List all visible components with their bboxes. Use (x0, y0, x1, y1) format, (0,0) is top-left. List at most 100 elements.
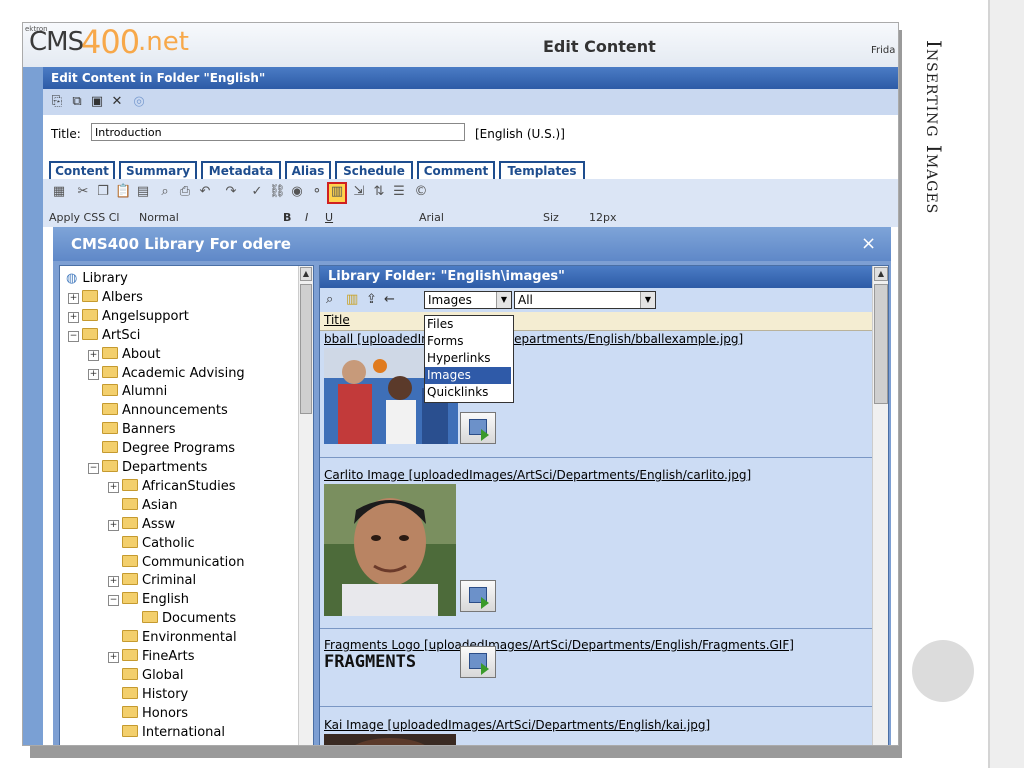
collapse-icon[interactable]: − (88, 463, 99, 474)
option-forms[interactable]: Forms (425, 333, 511, 350)
bold-icon[interactable]: B (283, 211, 291, 224)
library-icon[interactable]: ◉ (289, 184, 305, 200)
option-quicklinks[interactable]: Quicklinks (425, 384, 511, 401)
insert-image-icon[interactable]: ▥ (327, 182, 347, 204)
collapse-icon[interactable]: − (108, 595, 119, 607)
font-select[interactable]: Arial (419, 211, 444, 224)
option-files[interactable]: Files (425, 316, 511, 333)
unlink-icon[interactable]: ⚬ (309, 184, 325, 200)
tree-item[interactable]: Environmental (108, 629, 237, 647)
expand-icon[interactable]: + (88, 349, 99, 361)
tree-item[interactable]: + AfricanStudies (108, 478, 236, 496)
tree-item[interactable]: Honors (108, 705, 188, 723)
scroll-up-icon[interactable]: ▲ (300, 267, 312, 281)
publish-icon[interactable]: ⧉ (69, 94, 85, 110)
tree-scroll-thumb[interactable] (300, 284, 312, 414)
tree-item[interactable]: Communication (108, 554, 244, 572)
select-all-icon[interactable]: ▦ (51, 184, 67, 200)
tree-item[interactable]: International (108, 724, 225, 742)
expand-icon[interactable]: + (68, 311, 79, 323)
carlito-thumbnail[interactable] (324, 484, 456, 616)
content-scrollbar[interactable]: ▲ (872, 266, 888, 745)
close-icon[interactable]: ✕ (109, 94, 125, 110)
kai-thumbnail[interactable] (324, 734, 456, 745)
expand-icon[interactable]: + (108, 576, 119, 588)
tree-item[interactable]: History (108, 686, 188, 704)
tree-item[interactable]: − Departments (88, 459, 207, 477)
tab-comment[interactable]: Comment (417, 161, 495, 179)
tree-item[interactable]: + Criminal (108, 572, 196, 590)
tree-item[interactable]: + Assw (108, 516, 175, 534)
tree-item[interactable]: Announcements (88, 402, 228, 420)
close-icon[interactable]: × (861, 233, 876, 254)
help-icon[interactable]: ◎ (131, 94, 147, 110)
scroll-up-icon[interactable]: ▲ (874, 267, 888, 281)
back-arrow-icon[interactable]: ← (384, 292, 395, 308)
content-scroll-thumb[interactable] (874, 284, 888, 404)
option-images[interactable]: Images (425, 367, 511, 384)
print-icon[interactable]: ⎙ (177, 184, 193, 200)
tab-metadata[interactable]: Metadata (201, 161, 281, 179)
tree-item[interactable]: Asian (108, 497, 177, 515)
insert-image-button[interactable] (460, 580, 496, 612)
size-label[interactable]: Siz (543, 211, 559, 224)
expand-icon[interactable]: + (88, 368, 99, 380)
tree-item[interactable]: Documents (128, 610, 236, 628)
redo-icon[interactable]: ↷ (223, 184, 239, 200)
tree-item[interactable]: Alumni (88, 383, 167, 401)
type-select[interactable]: Images ▼ (424, 291, 512, 309)
cut-icon[interactable]: ✂ (75, 184, 91, 200)
expand-icon[interactable]: + (108, 519, 119, 531)
fragments-logo-thumbnail[interactable]: FRAGMENTS (324, 649, 456, 675)
tree-item[interactable]: + Albers (68, 289, 143, 307)
expand-icon[interactable]: + (108, 481, 119, 493)
tree-item[interactable]: ◍ Library (66, 270, 128, 288)
link-icon[interactable]: ⛓ (269, 184, 286, 200)
save-icon[interactable]: ▣ (89, 94, 105, 110)
css-class-select[interactable]: Apply CSS Cl (49, 211, 119, 224)
tree-item[interactable]: Banners (88, 421, 175, 439)
collapse-icon[interactable]: − (68, 330, 79, 342)
tree-item[interactable]: − English (108, 591, 189, 609)
title-input[interactable] (91, 123, 465, 141)
library-item-link[interactable]: bball [uploadedImages/ArtSci/Departments… (324, 332, 743, 346)
sort-icon[interactable]: ⇅ (371, 184, 387, 200)
filter-select[interactable]: All ▼ (514, 291, 656, 309)
spellcheck-icon[interactable]: ✓ (249, 184, 265, 200)
library-item-link[interactable]: Kai Image [uploadedImages/ArtSci/Departm… (324, 718, 710, 732)
tree-item[interactable]: Global (108, 667, 183, 685)
list-icon[interactable]: ☰ (391, 184, 407, 200)
copyright-icon[interactable]: © (413, 184, 429, 200)
library-item-link[interactable]: Carlito Image [uploadedImages/ArtSci/Dep… (324, 468, 751, 482)
expand-icon[interactable]: + (108, 652, 119, 663)
tree-item[interactable]: + FineArts (108, 648, 195, 666)
paste-icon[interactable]: 📋 (115, 184, 131, 200)
insert-image-button[interactable] (460, 646, 496, 678)
size-select[interactable]: 12px (589, 211, 617, 224)
form-icon[interactable]: ⇲ (351, 184, 367, 200)
underline-icon[interactable]: U (325, 211, 333, 224)
tree-item[interactable]: + Angelsupport (68, 308, 189, 326)
title-column-header[interactable]: Title (320, 312, 872, 331)
find-icon[interactable]: ⌕ (157, 184, 173, 200)
tree-scrollbar[interactable]: ▲ (298, 266, 313, 745)
tab-content[interactable]: Content (49, 161, 115, 179)
option-hyperlinks[interactable]: Hyperlinks (425, 350, 511, 367)
tree-item[interactable]: − ArtSci (68, 327, 140, 345)
italic-icon[interactable]: I (305, 211, 308, 224)
tree-item[interactable]: + Academic Advising (88, 365, 245, 383)
add-library-item-icon[interactable]: ▥ (346, 292, 358, 308)
tab-schedule[interactable]: Schedule (335, 161, 413, 179)
undo-icon[interactable]: ↶ (197, 184, 213, 200)
style-select[interactable]: Normal (139, 211, 179, 224)
copy-icon[interactable]: ❐ (95, 184, 111, 200)
expand-icon[interactable]: + (68, 292, 79, 304)
checkin-icon[interactable]: ⎘ (49, 94, 65, 110)
upload-icon[interactable]: ⇪ (366, 292, 377, 308)
paste-special-icon[interactable]: ▤ (135, 184, 151, 200)
tree-item[interactable]: Degree Programs (88, 440, 235, 458)
search-icon[interactable]: ⌕ (326, 292, 333, 308)
tree-item[interactable]: Catholic (108, 535, 195, 553)
tab-summary[interactable]: Summary (119, 161, 197, 179)
tab-templates[interactable]: Templates (499, 161, 585, 179)
